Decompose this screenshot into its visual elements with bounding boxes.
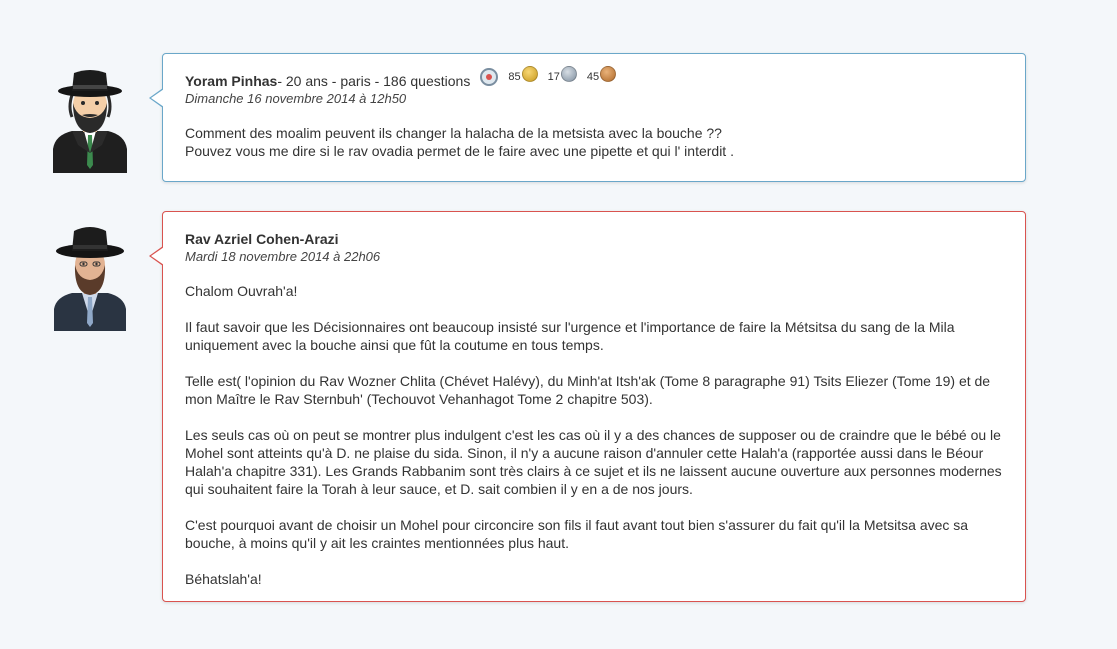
silver-badge-count: 17 bbox=[547, 71, 560, 83]
question-bubble: Yoram Pinhas - 20 ans - paris - 186 ques… bbox=[149, 53, 1026, 182]
gold-badge-count: 85 bbox=[508, 71, 521, 83]
qa-thread: Yoram Pinhas - 20 ans - paris - 186 ques… bbox=[0, 0, 1117, 649]
bronze-medal-icon bbox=[600, 66, 617, 82]
answer-paragraph: Les seuls cas où on peut se montrer plus… bbox=[185, 427, 1002, 497]
answer-paragraph: Il faut savoir que les Décisionnaires on… bbox=[185, 319, 955, 353]
bronze-badge-count: 45 bbox=[586, 71, 600, 83]
answer-date: Mardi 18 novembre 2014 à 22h06 bbox=[185, 249, 381, 264]
rabbi-avatar-icon bbox=[50, 219, 130, 334]
question-date: Dimanche 16 novembre 2014 à 12h50 bbox=[185, 91, 407, 106]
question-author[interactable]: Yoram Pinhas bbox=[185, 72, 277, 90]
answer-bubble: Rav Azriel Cohen-Arazi Mardi 18 novembre… bbox=[149, 211, 1026, 602]
silver-medal-icon bbox=[560, 66, 577, 82]
question-author-meta: - 20 ans - paris - 186 questions bbox=[277, 73, 471, 89]
user-avatar-icon bbox=[50, 61, 130, 176]
gold-medal-icon bbox=[521, 66, 538, 82]
question-body: Comment des moalim peuvent ils changer l… bbox=[185, 124, 1003, 160]
answer-paragraph: Béhatslah'a! bbox=[185, 571, 262, 587]
question-body-line: Comment des moalim peuvent ils changer l… bbox=[185, 125, 722, 141]
answer-paragraph: C'est pourquoi avant de choisir un Mohel… bbox=[185, 517, 969, 551]
question-body-line: Pouvez vous me dire si le rav ovadia per… bbox=[185, 143, 734, 159]
answer-body: Chalom Ouvrah'a! Il faut savoir que les … bbox=[185, 282, 1003, 588]
answer-header: Rav Azriel Cohen-Arazi bbox=[185, 230, 1003, 248]
user-badges: 85 17 45 bbox=[480, 66, 617, 86]
answer-paragraph: Telle est( l'opinion du Rav Wozner Chlit… bbox=[185, 373, 991, 407]
answer-paragraph: Chalom Ouvrah'a! bbox=[185, 283, 298, 299]
question-header: Yoram Pinhas - 20 ans - paris - 186 ques… bbox=[185, 66, 1003, 90]
answer-author[interactable]: Rav Azriel Cohen-Arazi bbox=[185, 230, 339, 248]
rank-icon bbox=[480, 68, 499, 86]
